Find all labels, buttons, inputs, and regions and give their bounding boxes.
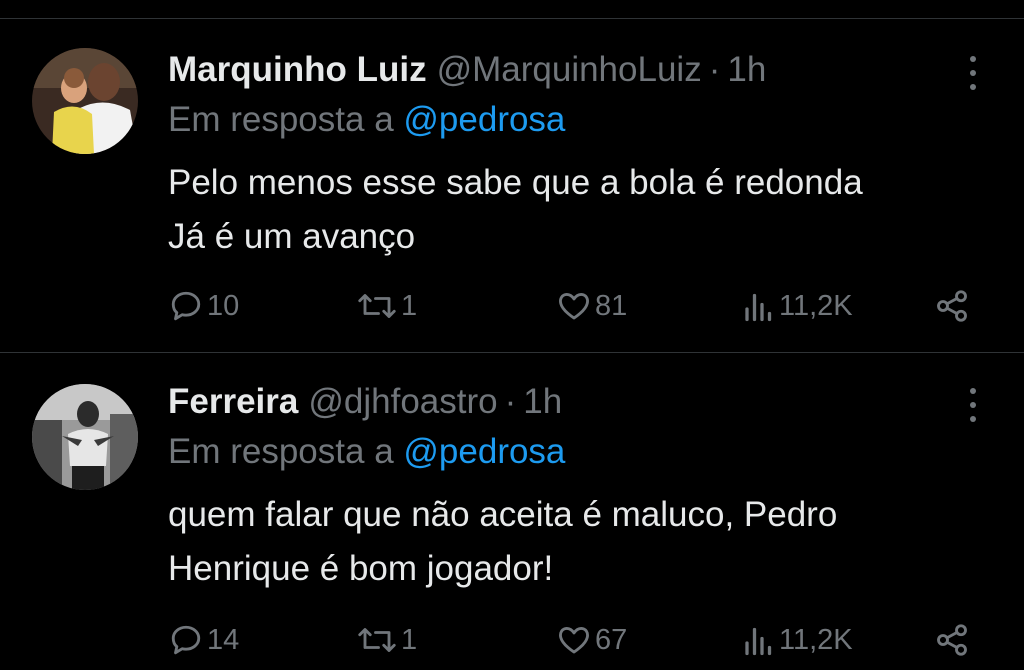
views-icon — [745, 293, 772, 322]
user-handle[interactable]: @MarquinhoLuiz — [437, 50, 702, 90]
reply-prefix: Em resposta a — [168, 432, 394, 471]
heart-icon — [559, 293, 589, 320]
avatar[interactable] — [32, 48, 138, 154]
more-icon[interactable] — [966, 56, 980, 90]
tweet-text-line: Henrique é bom jogador! — [168, 549, 554, 588]
like-button[interactable]: 81 — [556, 284, 627, 328]
like-button[interactable]: 67 — [556, 618, 627, 662]
reply-icon — [171, 625, 201, 655]
tweet[interactable]: Ferreira @djhfoastro · 1h Em resposta a … — [0, 380, 1024, 670]
action-bar: 10 1 81 11,2K — [0, 284, 1024, 328]
retweet-icon — [358, 294, 396, 318]
view-count: 11,2K — [779, 623, 853, 656]
timestamp[interactable]: 1h — [727, 50, 766, 90]
action-bar: 14 1 67 11,2K — [0, 618, 1024, 662]
share-icon — [937, 624, 967, 656]
separator-dot: · — [504, 382, 517, 421]
like-count: 81 — [595, 289, 628, 322]
reply-button[interactable]: 14 — [168, 618, 239, 662]
tweet-divider — [0, 352, 1024, 353]
reply-context: Em resposta a @pedrosa — [168, 432, 565, 472]
views-button[interactable]: 11,2K — [742, 618, 853, 662]
tweet-text-line: Pelo menos esse sabe que a bola é redond… — [168, 163, 863, 202]
retweet-button[interactable]: 1 — [356, 618, 417, 662]
tweet-header: Marquinho Luiz @MarquinhoLuiz · 1h — [168, 48, 766, 92]
retweet-button[interactable]: 1 — [356, 284, 417, 328]
display-name[interactable]: Ferreira — [168, 382, 298, 422]
reply-icon — [171, 291, 201, 321]
user-handle[interactable]: @djhfoastro — [308, 382, 497, 422]
views-icon — [745, 627, 772, 656]
view-count: 11,2K — [779, 289, 853, 322]
reply-prefix: Em resposta a — [168, 100, 394, 139]
share-button[interactable] — [934, 618, 970, 662]
views-button[interactable]: 11,2K — [742, 284, 853, 328]
retweet-count: 1 — [401, 623, 418, 656]
tweet-text-line: quem falar que não aceita é maluco, Pedr… — [168, 495, 838, 534]
tweet-text: Pelo menos esse sabe que a bola é redond… — [168, 156, 988, 264]
more-icon[interactable] — [966, 388, 980, 422]
reply-button[interactable]: 10 — [168, 284, 239, 328]
share-icon — [937, 290, 967, 322]
separator-dot: · — [708, 50, 721, 89]
tweet-text-line: Já é um avanço — [168, 217, 416, 256]
retweet-icon — [358, 628, 396, 652]
tweet-text: quem falar que não aceita é maluco, Pedr… — [168, 488, 988, 596]
share-button[interactable] — [934, 284, 970, 328]
display-name[interactable]: Marquinho Luiz — [168, 50, 427, 90]
avatar[interactable] — [32, 384, 138, 490]
mention-link[interactable]: @pedrosa — [403, 432, 565, 471]
like-count: 67 — [595, 623, 628, 656]
reply-count: 10 — [207, 289, 240, 322]
tweet-header: Ferreira @djhfoastro · 1h — [168, 380, 562, 424]
heart-icon — [559, 627, 589, 654]
reply-count: 14 — [207, 623, 240, 656]
reply-context: Em resposta a @pedrosa — [168, 100, 565, 140]
mention-link[interactable]: @pedrosa — [403, 100, 565, 139]
retweet-count: 1 — [401, 289, 418, 322]
tweet[interactable]: Marquinho Luiz @MarquinhoLuiz · 1h Em re… — [0, 48, 1024, 348]
top-divider — [0, 18, 1024, 19]
timestamp[interactable]: 1h — [523, 382, 562, 422]
